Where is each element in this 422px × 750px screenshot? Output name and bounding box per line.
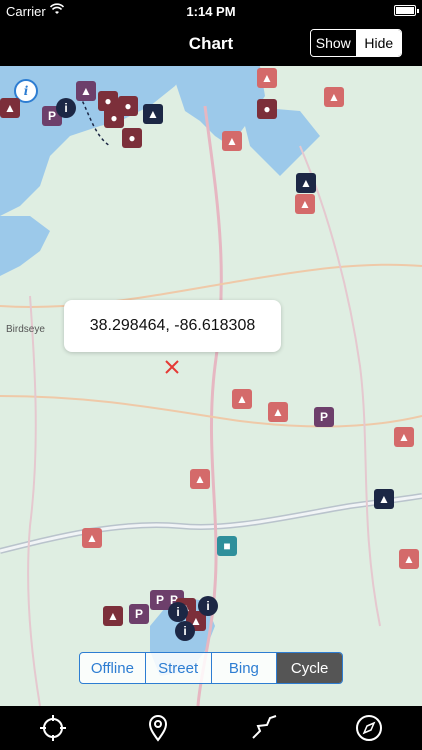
place-label: Birdseye [6, 324, 45, 335]
fire-tower-icon[interactable]: ▲ [374, 489, 394, 509]
map-type-bing[interactable]: Bing [212, 653, 278, 683]
map-type-offline[interactable]: Offline [80, 653, 146, 683]
info-icon[interactable]: i [175, 621, 195, 641]
campground-icon[interactable]: ▲ [82, 528, 102, 548]
campground-icon[interactable]: ▲ [394, 427, 414, 447]
campground-icon[interactable]: ▲ [257, 68, 277, 88]
map-view[interactable]: i ▲ P i ▲ ● ● ● ▲ ● ▲ ● ▲ ▲ ▲ ▲ Birdseye… [0, 66, 422, 706]
locate-button[interactable] [33, 708, 73, 748]
bottom-toolbar [0, 706, 422, 750]
restroom-icon[interactable]: ● [257, 99, 277, 119]
coordinates-callout[interactable]: 38.298464, -86.618308 [64, 300, 281, 352]
picnic-table-icon[interactable]: ▲ [103, 606, 123, 626]
gas-station-icon[interactable]: ■ [217, 536, 237, 556]
restroom-icon[interactable]: ● [118, 96, 138, 116]
compass-button[interactable] [349, 708, 389, 748]
campground-icon[interactable]: ▲ [324, 87, 344, 107]
map-type-control[interactable]: Offline Street Bing Cycle [79, 652, 343, 684]
battery-icon [394, 5, 419, 16]
map-type-cycle[interactable]: Cycle [277, 653, 342, 683]
route-button[interactable] [244, 708, 284, 748]
hide-button[interactable]: Hide [356, 30, 401, 56]
poi-picnic-icon[interactable]: ▲ [0, 98, 20, 118]
info-icon[interactable]: i [198, 596, 218, 616]
campground-icon[interactable]: ▲ [76, 81, 96, 101]
campground-icon[interactable]: ▲ [399, 549, 419, 569]
show-button[interactable]: Show [311, 30, 357, 56]
fire-tower-icon[interactable]: ▲ [296, 173, 316, 193]
compass-icon [356, 715, 383, 741]
status-bar: Carrier 1:14 PM [0, 0, 422, 22]
dropped-pin-marker-icon[interactable] [164, 359, 180, 375]
campground-icon[interactable]: ▲ [268, 402, 288, 422]
campground-icon[interactable]: ▲ [222, 131, 242, 151]
show-hide-control[interactable]: Show Hide [310, 29, 402, 57]
info-icon[interactable]: i [56, 98, 76, 118]
picnic-shelter-icon[interactable]: ▲ [143, 104, 163, 124]
navigation-bar: Chart Show Hide [0, 22, 422, 66]
info-icon[interactable]: i [168, 602, 188, 622]
restroom-icon[interactable]: ● [122, 128, 142, 148]
parking-icon[interactable]: P [314, 407, 334, 427]
drop-pin-button[interactable] [138, 708, 178, 748]
campground-icon[interactable]: ▲ [190, 469, 210, 489]
status-time: 1:14 PM [186, 4, 236, 19]
campground-icon[interactable]: ▲ [232, 389, 252, 409]
parking-icon[interactable]: P [129, 604, 149, 624]
route-icon [252, 715, 277, 739]
campground-icon[interactable]: ▲ [295, 194, 315, 214]
locate-icon [39, 715, 66, 741]
map-type-street[interactable]: Street [146, 653, 212, 683]
pin-icon [149, 715, 168, 742]
